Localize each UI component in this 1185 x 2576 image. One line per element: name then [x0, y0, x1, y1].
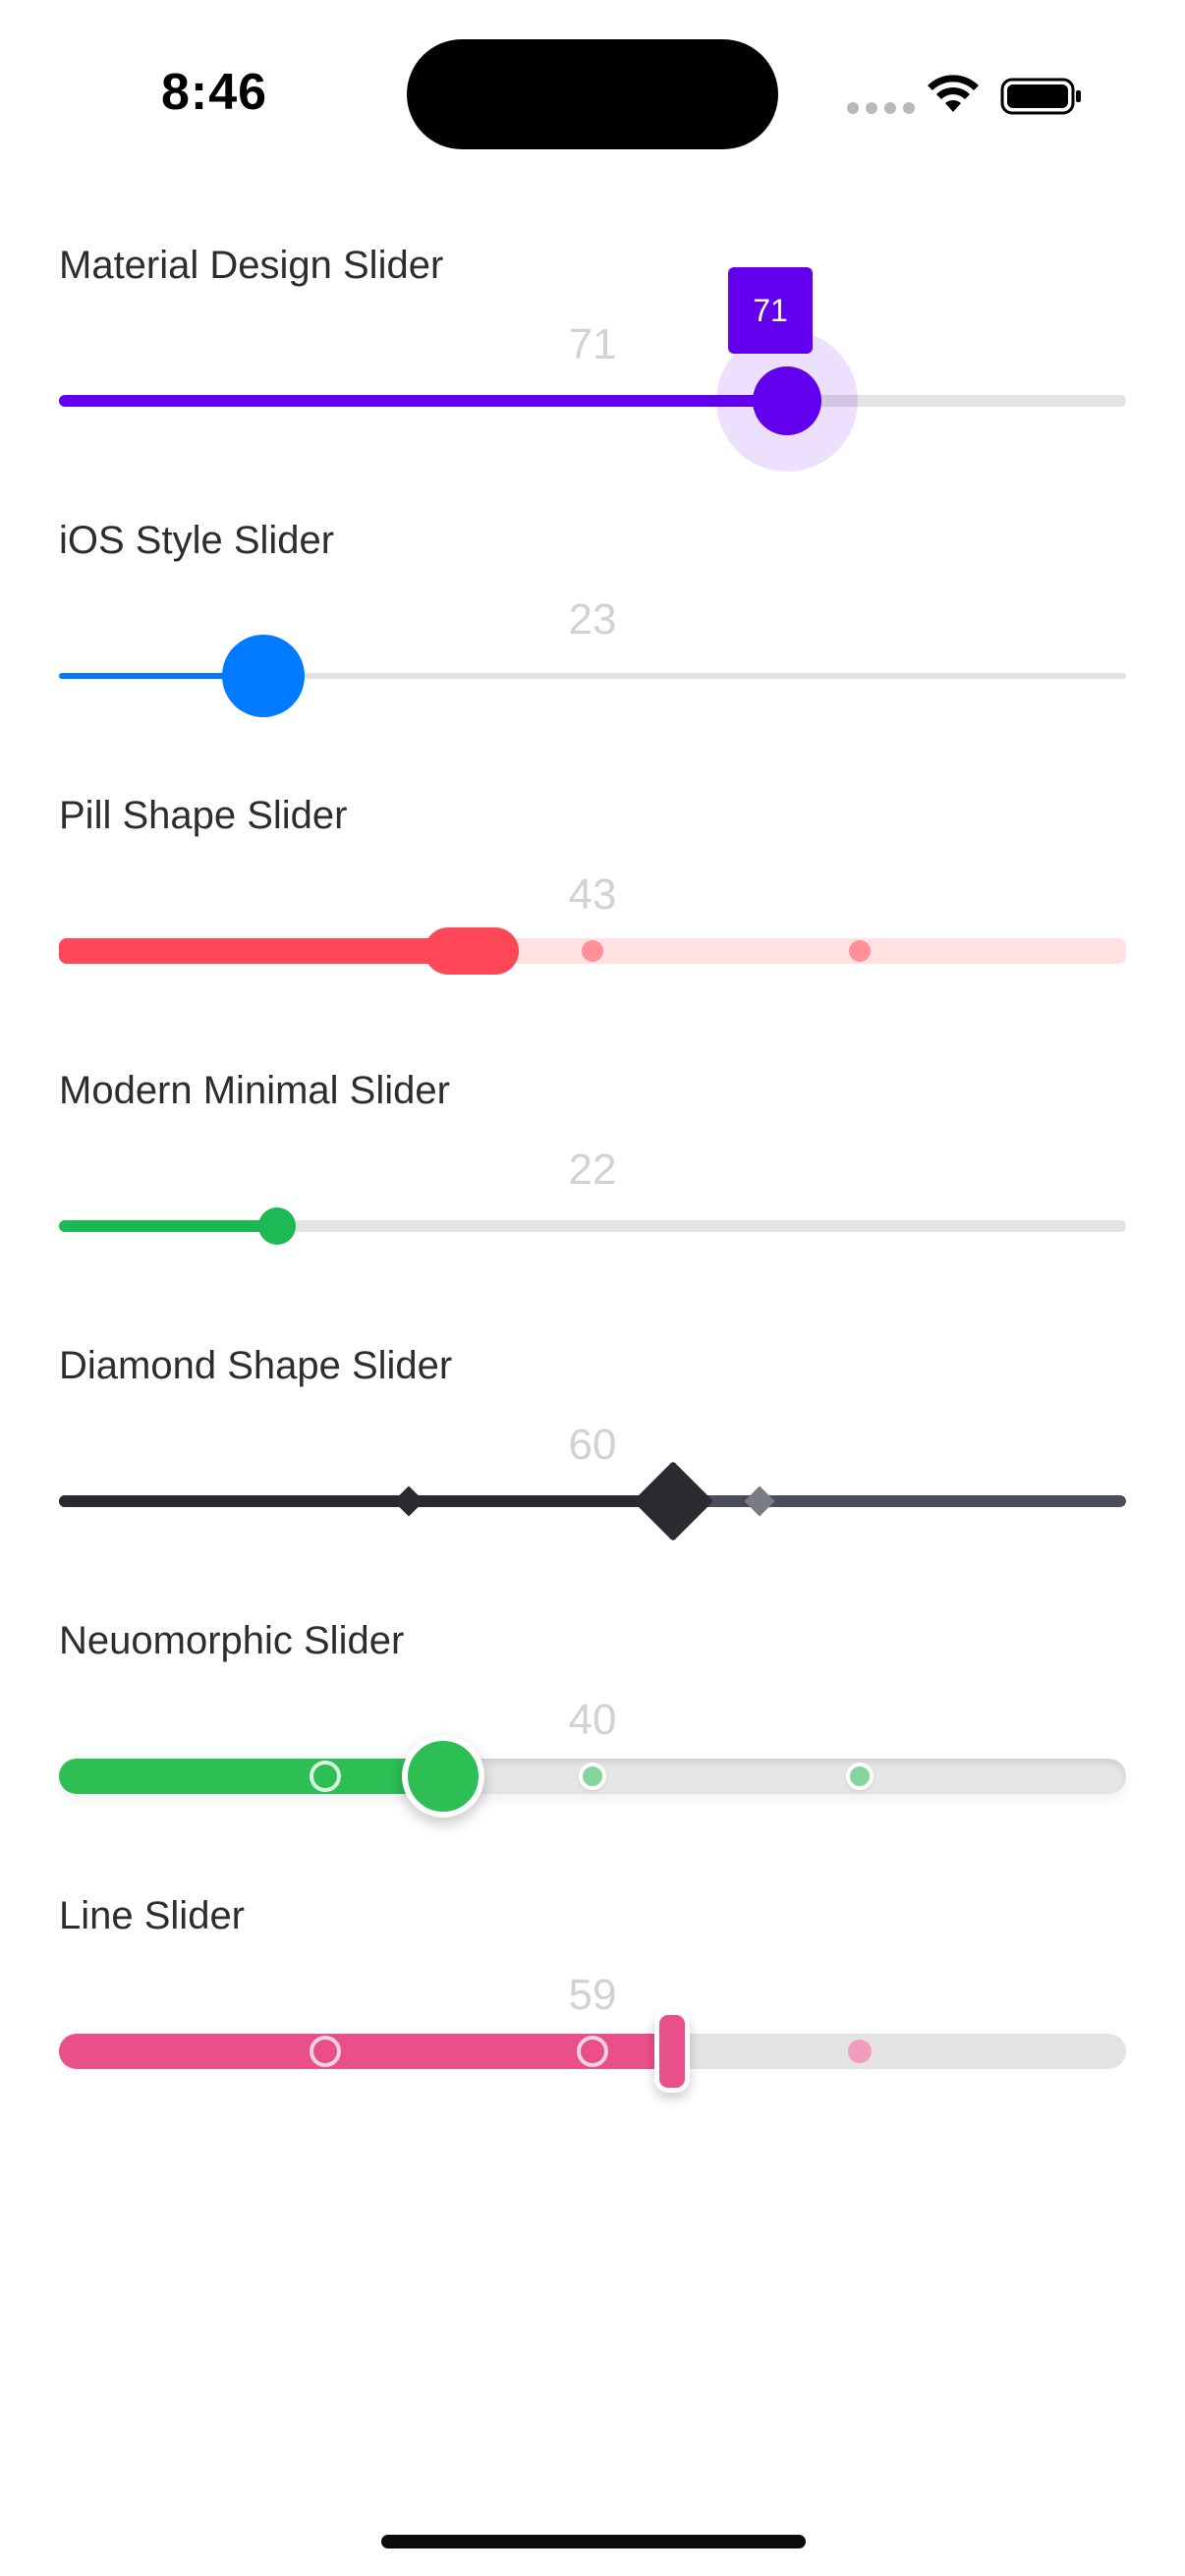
pill-slider-section: Pill Shape Slider 43: [0, 794, 1185, 1069]
slider-value: 60: [568, 1421, 617, 1469]
slider-thumb[interactable]: [424, 927, 519, 975]
slider-thumb[interactable]: [632, 1460, 714, 1542]
slider-thumb[interactable]: [222, 635, 305, 717]
slider-thumb[interactable]: [258, 1207, 296, 1245]
battery-icon: [1000, 78, 1081, 115]
tick-mark: [393, 1485, 424, 1517]
home-indicator[interactable]: [381, 2535, 806, 2548]
slider-title: Pill Shape Slider: [59, 794, 348, 837]
value-tooltip: 71: [728, 267, 813, 354]
tooltip-value: 71: [753, 292, 788, 328]
tick-mark: [577, 2036, 608, 2067]
signal-dots-icon: [847, 102, 915, 114]
slider-title: Material Design Slider: [59, 244, 444, 287]
slider-title: Neuomorphic Slider: [59, 1619, 405, 1662]
slider-thumb[interactable]: [753, 366, 821, 435]
slider-value: 23: [568, 595, 617, 644]
slider-title: Diamond Shape Slider: [59, 1344, 453, 1387]
status-bar: 8:46: [0, 0, 1185, 187]
slider-active-track: [59, 1220, 277, 1232]
slider-active-track: [59, 1495, 670, 1507]
slider-value: 71: [568, 320, 617, 368]
minimal-slider-section: Modern Minimal Slider 22: [0, 1069, 1185, 1344]
slider-thumb[interactable]: [402, 1735, 484, 1818]
tick-mark: [310, 1761, 341, 1792]
tick-mark: [744, 1485, 775, 1517]
tick-mark: [848, 2040, 872, 2063]
status-time: 8:46: [161, 64, 268, 121]
dynamic-island: [407, 39, 778, 149]
wifi-icon: [928, 75, 979, 112]
slider-active-track: [59, 395, 787, 407]
tick-mark: [849, 940, 871, 962]
slider-title: iOS Style Slider: [59, 519, 335, 562]
slider-value: 59: [568, 1971, 617, 2019]
tick-mark: [582, 940, 603, 962]
slider-title: Modern Minimal Slider: [59, 1069, 450, 1112]
slider-value: 22: [568, 1146, 617, 1194]
neuomorphic-slider-section: Neuomorphic Slider 40: [0, 1619, 1185, 1894]
line-slider-section: Line Slider 59: [0, 1894, 1185, 2169]
ios-slider-section: iOS Style Slider 23: [0, 519, 1185, 794]
tick-mark: [579, 1763, 606, 1790]
slider-active-track: [59, 1759, 442, 1794]
slider-value: 40: [568, 1696, 617, 1744]
slider-active-track: [59, 938, 472, 964]
slider-title: Line Slider: [59, 1894, 246, 1937]
slider-value: 43: [568, 870, 617, 919]
slider-thumb[interactable]: [654, 2010, 690, 2093]
tick-mark: [846, 1763, 874, 1790]
material-slider-section: Material Design Slider 71 71: [0, 244, 1185, 519]
tick-mark: [310, 2036, 341, 2067]
diamond-slider-section: Diamond Shape Slider 60: [0, 1344, 1185, 1619]
